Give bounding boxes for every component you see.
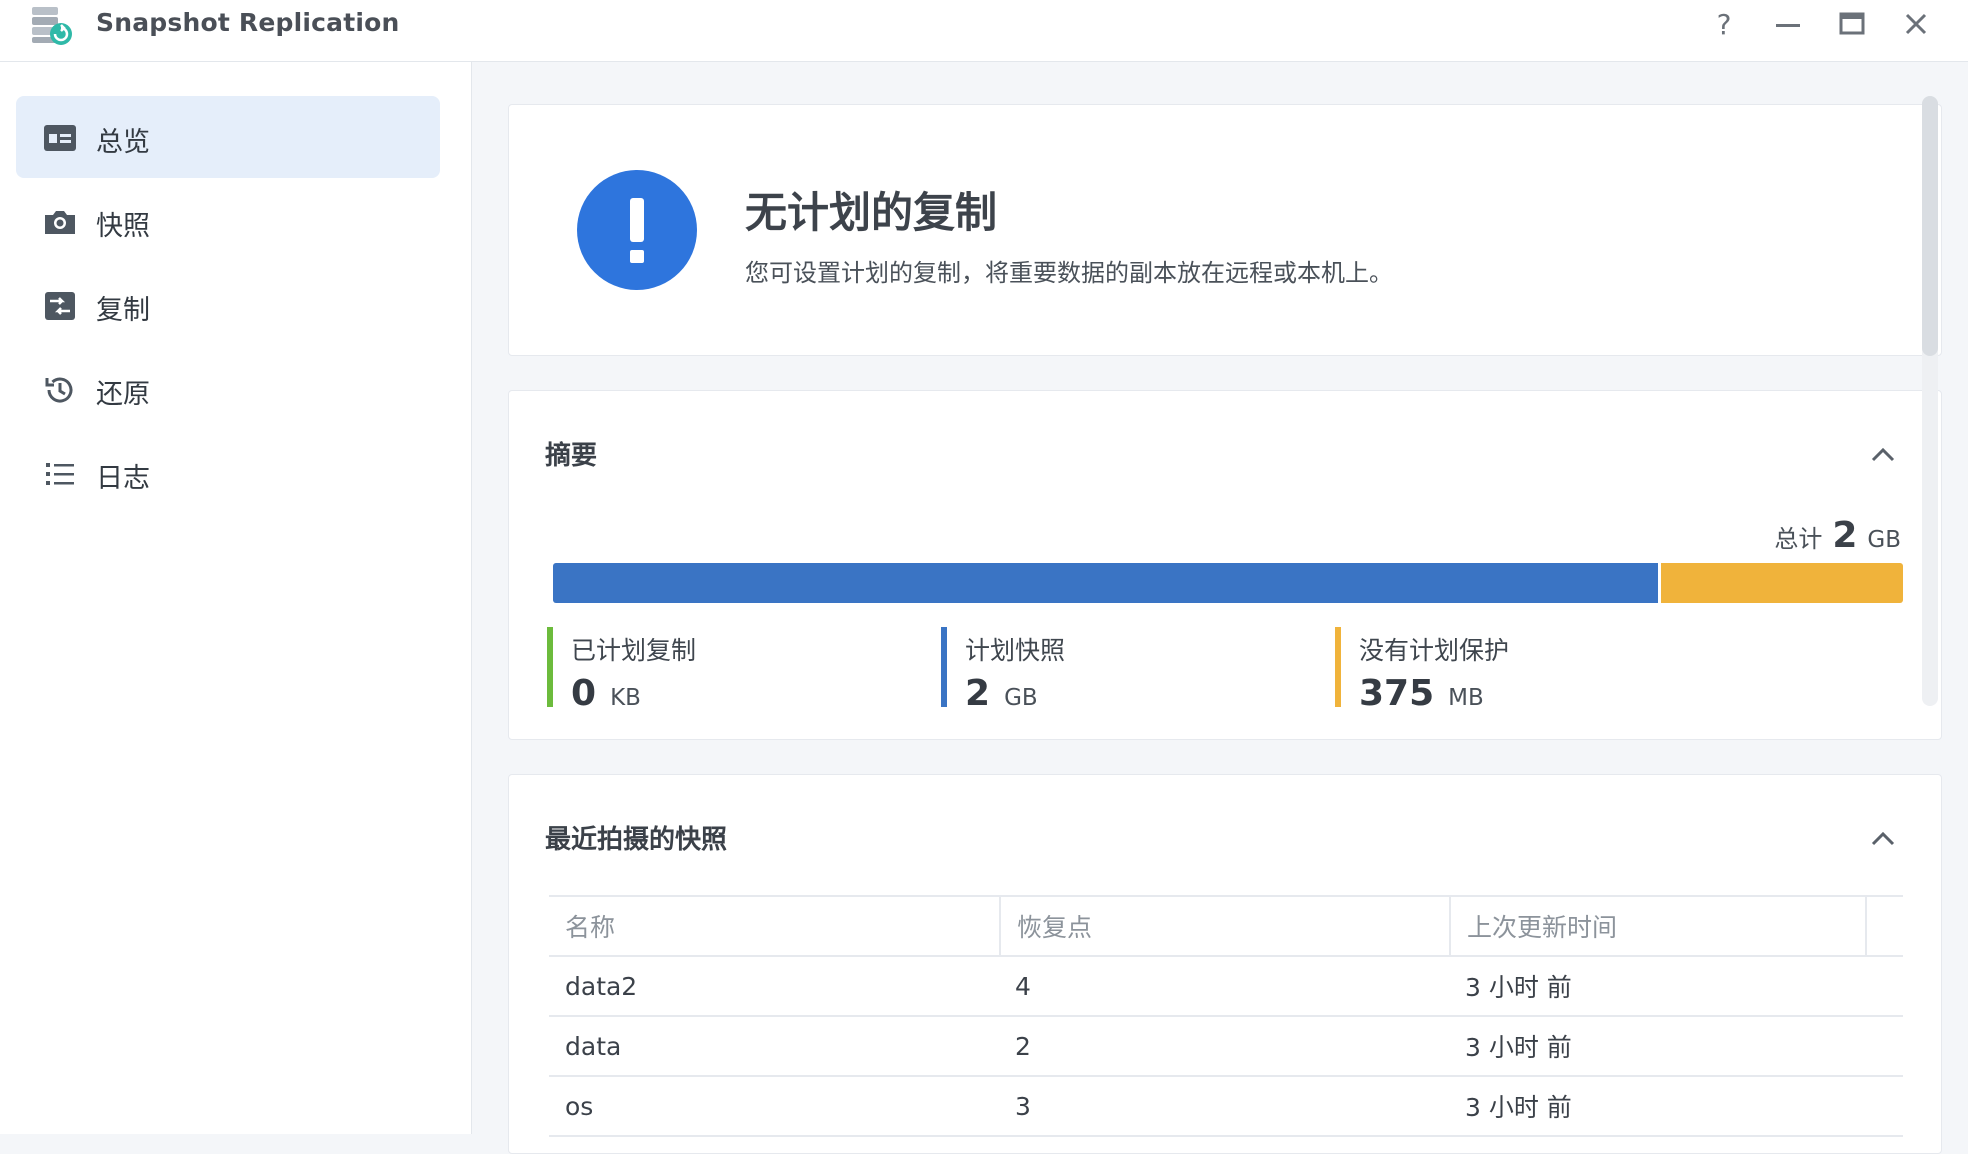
svg-text:?: ? (1717, 8, 1732, 41)
column-header-last-updated[interactable]: 上次更新时间 (1449, 897, 1865, 955)
cell-restore-points: 4 (1015, 971, 1031, 1001)
chevron-up-icon[interactable] (1865, 821, 1901, 857)
app-title: Snapshot Replication (96, 8, 400, 37)
cell-name: os (565, 1091, 594, 1121)
replication-icon (42, 288, 78, 324)
table-header: 名称 恢复点 上次更新时间 (549, 897, 1903, 957)
cell-restore-points: 2 (1015, 1031, 1031, 1061)
sidebar-item-label: 日志 (96, 463, 150, 494)
legend-scheduled-replication: 已计划复制 0 KB (547, 627, 697, 714)
title-bar: Snapshot Replication ? (0, 0, 1968, 62)
cell-last-updated: 3 小时 前 (1465, 1033, 1572, 1062)
sidebar-item-label: 复制 (96, 295, 150, 326)
legend-unprotected: 没有计划保护 375 MB (1335, 627, 1510, 714)
sidebar-item-label: 总览 (96, 127, 150, 158)
sidebar: 总览 快照 复制 还原 日志 (0, 62, 472, 1134)
column-header-name[interactable]: 名称 (549, 897, 999, 955)
total-value: 2 (1832, 515, 1858, 556)
table-row[interactable]: os 3 3 小时 前 (549, 1077, 1903, 1137)
status-description: 您可设置计划的复制，将重要数据的副本放在远程或本机上。 (745, 259, 1393, 287)
chevron-up-icon[interactable] (1865, 437, 1901, 473)
cell-name: data (565, 1031, 622, 1061)
sidebar-item-restore[interactable]: 还原 (16, 348, 440, 430)
legend-label: 已计划复制 (571, 636, 697, 665)
sidebar-item-label: 还原 (96, 379, 150, 410)
total-unit: GB (1867, 527, 1901, 553)
legend-scheduled-snapshots: 计划快照 2 GB (941, 627, 1066, 714)
summary-title: 摘要 (545, 441, 598, 471)
legend-unit: GB (1004, 685, 1038, 711)
status-title: 无计划的复制 (745, 188, 998, 237)
history-icon (42, 372, 78, 408)
usage-bar (553, 563, 1903, 603)
cell-last-updated: 3 小时 前 (1465, 973, 1572, 1002)
summary-card: 摘要 总计 2 GB 已计划复制 0 KB 计划快照 2 GB 没有计划保护 3… (508, 390, 1942, 740)
sidebar-item-log[interactable]: 日志 (16, 432, 440, 514)
table-row[interactable]: data 2 3 小时 前 (549, 1017, 1903, 1077)
total-usage: 总计 2 GB (1774, 515, 1901, 556)
legend-unit: MB (1448, 685, 1484, 711)
sidebar-item-snapshots[interactable]: 快照 (16, 180, 440, 262)
column-header-restore-points[interactable]: 恢复点 (999, 897, 1449, 955)
maximize-icon[interactable] (1834, 6, 1870, 42)
overview-icon (42, 120, 78, 156)
sidebar-item-replication[interactable]: 复制 (16, 264, 440, 346)
close-icon[interactable] (1898, 6, 1934, 42)
legend-value: 375 (1359, 673, 1435, 714)
status-card: 无计划的复制 您可设置计划的复制，将重要数据的副本放在远程或本机上。 (508, 104, 1942, 356)
cell-name: data2 (565, 971, 638, 1001)
sidebar-item-label: 快照 (96, 211, 150, 242)
table-row[interactable]: data2 4 3 小时 前 (549, 957, 1903, 1017)
scrollbar-thumb[interactable] (1922, 96, 1938, 356)
help-icon[interactable]: ? (1706, 6, 1742, 42)
snapshot-replication-app-icon (28, 3, 76, 47)
legend-value: 2 (965, 673, 991, 714)
usage-segment-0 (553, 563, 1658, 603)
column-header-spacer (1865, 897, 1903, 955)
legend-unit: KB (610, 685, 641, 711)
snapshot-table: 名称 恢复点 上次更新时间 data2 4 3 小时 前 data 2 3 小时… (549, 895, 1903, 1137)
recent-snapshots-card: 最近拍摄的快照 名称 恢复点 上次更新时间 data2 4 3 小时 前 dat… (508, 774, 1942, 1154)
minimize-icon[interactable] (1770, 6, 1806, 42)
recent-snapshots-title: 最近拍摄的快照 (545, 825, 728, 855)
cell-restore-points: 3 (1015, 1091, 1031, 1121)
legend-label: 计划快照 (965, 636, 1066, 665)
total-label: 总计 (1774, 525, 1823, 553)
cell-last-updated: 3 小时 前 (1465, 1093, 1572, 1122)
usage-segment-1 (1657, 563, 1903, 603)
camera-icon (42, 204, 78, 240)
exclamation-icon (577, 170, 697, 290)
legend-label: 没有计划保护 (1359, 636, 1510, 665)
list-icon (42, 456, 78, 492)
legend-value: 0 (571, 673, 597, 714)
sidebar-item-overview[interactable]: 总览 (16, 96, 440, 178)
